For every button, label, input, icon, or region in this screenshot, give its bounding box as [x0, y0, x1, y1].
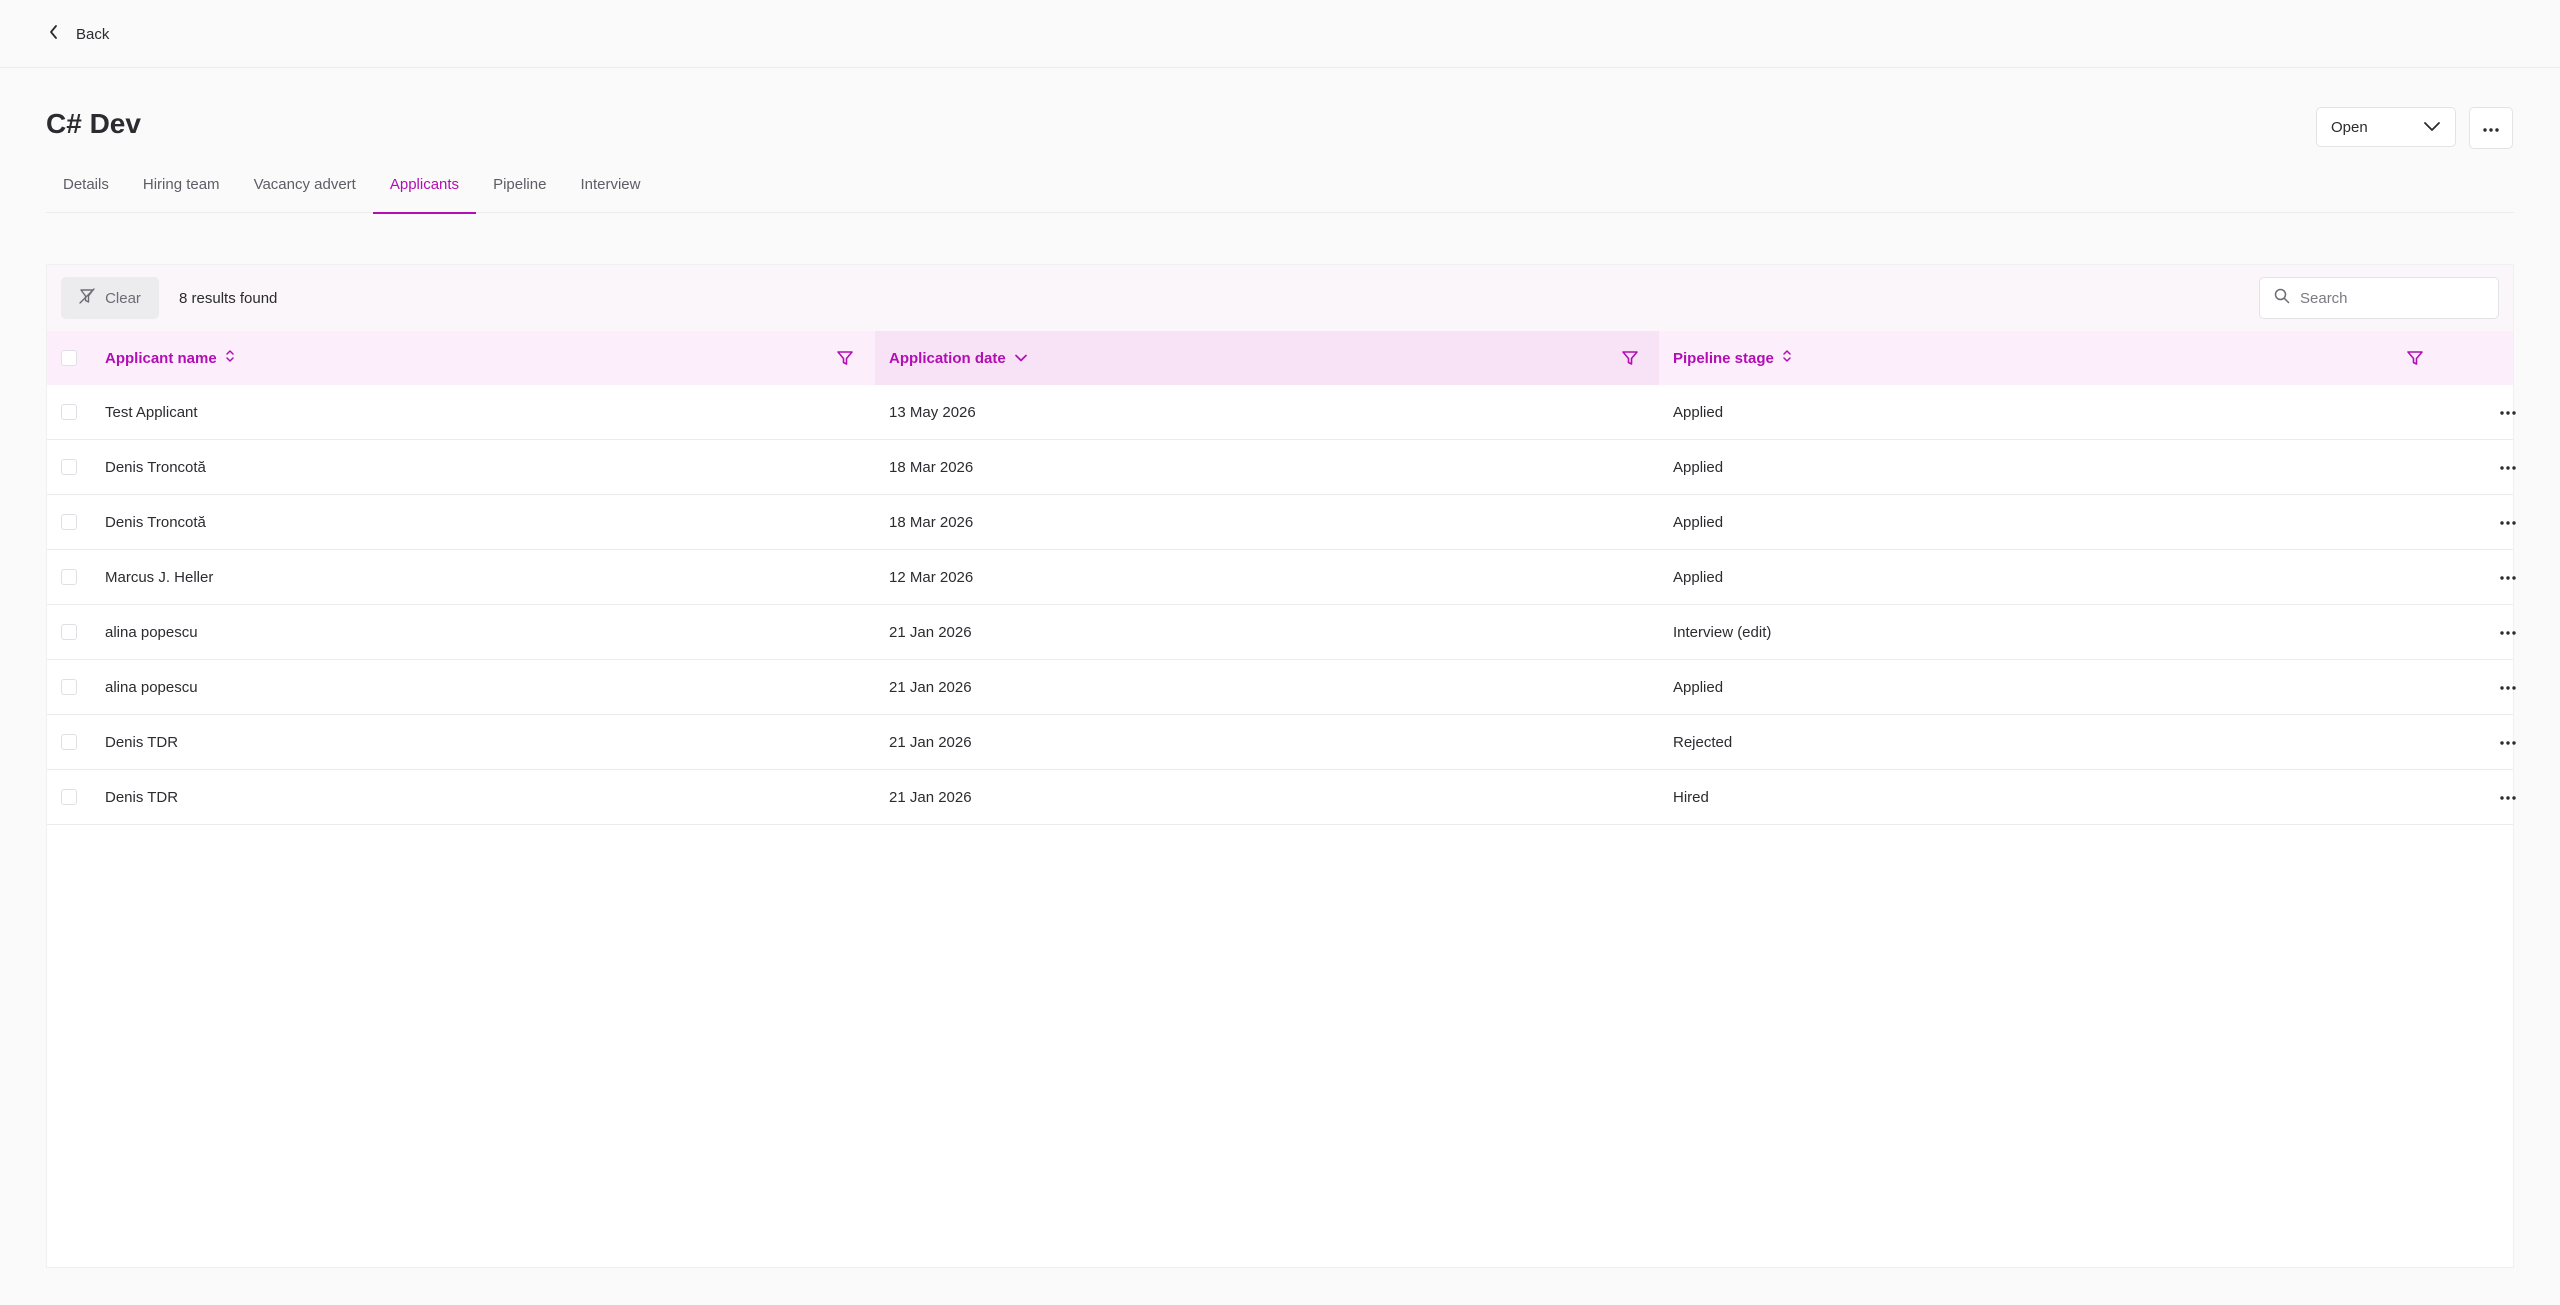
row-more-icon[interactable] — [2496, 786, 2520, 810]
clear-label: Clear — [105, 289, 141, 307]
select-all-checkbox[interactable] — [61, 350, 77, 366]
application-date-cell: 21 Jan 2026 — [889, 679, 972, 696]
applicant-name-cell[interactable]: alina popescu — [105, 605, 198, 660]
row-more-icon[interactable] — [2496, 676, 2520, 700]
applicant-name-cell[interactable]: Marcus J. Heller — [105, 550, 213, 605]
table-row[interactable]: Denis TDR 21 Jan 2026 Rejected — [47, 715, 2516, 770]
search-input[interactable] — [2300, 289, 2480, 307]
applicant-name-cell[interactable]: alina popescu — [105, 660, 198, 715]
table-row[interactable]: alina popescu 21 Jan 2026 Interview (edi… — [47, 605, 2516, 660]
row-more-icon[interactable] — [2496, 456, 2520, 480]
filter-icon[interactable] — [1621, 349, 1639, 367]
tab-pipeline[interactable]: Pipeline — [476, 166, 563, 213]
status-value: Open — [2331, 118, 2368, 136]
back-label: Back — [76, 25, 110, 43]
row-checkbox[interactable] — [61, 514, 77, 530]
chevron-left-icon — [48, 24, 60, 45]
tab-hiring-team[interactable]: Hiring team — [126, 166, 237, 213]
pipeline-stage-cell: Hired — [1673, 789, 1709, 806]
row-checkbox[interactable] — [61, 569, 77, 585]
table-row[interactable]: Denis Troncotă 18 Mar 2026 Applied — [47, 440, 2516, 495]
pipeline-stage-cell: Interview (edit) — [1673, 624, 1772, 641]
page-title: C# Dev — [46, 108, 141, 139]
clear-filters-button[interactable]: Clear — [61, 277, 159, 319]
application-date-cell: 18 Mar 2026 — [889, 514, 974, 531]
table-row[interactable]: Denis Troncotă 18 Mar 2026 Applied — [47, 495, 2516, 550]
pipeline-stage-cell: Applied — [1673, 404, 1724, 421]
row-more-icon[interactable] — [2496, 621, 2520, 645]
application-date-cell: 21 Jan 2026 — [889, 789, 972, 806]
more-actions-button[interactable] — [2469, 107, 2513, 149]
table-row[interactable]: Denis TDR 21 Jan 2026 Hired — [47, 770, 2516, 825]
column-header-applicant-name[interactable]: Applicant name — [105, 331, 235, 385]
pipeline-stage-cell: Applied — [1673, 569, 1724, 586]
pipeline-stage-cell: Rejected — [1673, 734, 1733, 751]
top-bar: Back — [0, 0, 2560, 68]
column-label: Pipeline stage — [1673, 349, 1774, 367]
applicant-name-cell[interactable]: Denis TDR — [105, 770, 178, 825]
row-checkbox[interactable] — [61, 789, 77, 805]
column-label: Application date — [889, 349, 1006, 367]
table-header: Applicant name Application date Pipeline… — [47, 331, 2513, 385]
column-label: Applicant name — [105, 349, 217, 367]
filter-icon[interactable] — [836, 349, 854, 367]
filter-clear-icon — [79, 288, 95, 308]
table-row[interactable]: Marcus J. Heller 12 Mar 2026 Applied — [47, 550, 2516, 605]
row-checkbox[interactable] — [61, 734, 77, 750]
row-checkbox[interactable] — [61, 459, 77, 475]
application-date-cell: 21 Jan 2026 — [889, 734, 972, 751]
pipeline-stage-cell: Applied — [1673, 459, 1724, 476]
applicant-name-cell[interactable]: Denis Troncotă — [105, 495, 206, 550]
pipeline-stage-cell: Applied — [1673, 679, 1724, 696]
applicants-panel: Clear 8 results found Applicant name App… — [46, 264, 2516, 1268]
column-header-application-date[interactable]: Application date — [889, 331, 1028, 385]
table-row[interactable]: alina popescu 21 Jan 2026 Applied — [47, 660, 2516, 715]
application-date-cell: 12 Mar 2026 — [889, 569, 974, 586]
applicant-name-cell[interactable]: Test Applicant — [105, 385, 198, 440]
table-toolbar: Clear 8 results found — [47, 265, 2513, 331]
filter-icon[interactable] — [2406, 349, 2424, 367]
tab-bar: Details Hiring team Vacancy advert Appli… — [46, 166, 2514, 214]
status-select[interactable]: Open — [2316, 107, 2456, 147]
tab-interview[interactable]: Interview — [563, 166, 657, 213]
row-checkbox[interactable] — [61, 404, 77, 420]
row-checkbox[interactable] — [61, 679, 77, 695]
sort-icon — [1782, 349, 1792, 367]
pipeline-stage-cell: Applied — [1673, 514, 1724, 531]
tab-applicants[interactable]: Applicants — [372, 166, 477, 214]
chevron-down-icon — [2423, 119, 2441, 136]
table-row[interactable]: Test Applicant 13 May 2026 Applied — [47, 385, 2516, 440]
column-header-pipeline-stage[interactable]: Pipeline stage — [1673, 331, 1792, 385]
applicant-name-cell[interactable]: Denis TDR — [105, 715, 178, 770]
application-date-cell: 18 Mar 2026 — [889, 459, 974, 476]
row-more-icon[interactable] — [2496, 566, 2520, 590]
application-date-cell: 13 May 2026 — [889, 404, 976, 421]
tab-details[interactable]: Details — [46, 166, 126, 213]
search-box — [2259, 277, 2499, 319]
search-icon — [2274, 288, 2290, 309]
more-horizontal-icon — [2483, 119, 2499, 137]
applicant-name-cell[interactable]: Denis Troncotă — [105, 440, 206, 495]
results-count: 8 results found — [179, 289, 278, 307]
row-more-icon[interactable] — [2496, 731, 2520, 755]
row-checkbox[interactable] — [61, 624, 77, 640]
tab-vacancy-advert[interactable]: Vacancy advert — [237, 166, 373, 213]
back-button[interactable]: Back — [48, 20, 109, 48]
application-date-cell: 21 Jan 2026 — [889, 624, 972, 641]
sort-descending-icon — [1014, 350, 1028, 367]
sort-icon — [225, 349, 235, 367]
row-more-icon[interactable] — [2496, 511, 2520, 535]
row-more-icon[interactable] — [2496, 401, 2520, 425]
